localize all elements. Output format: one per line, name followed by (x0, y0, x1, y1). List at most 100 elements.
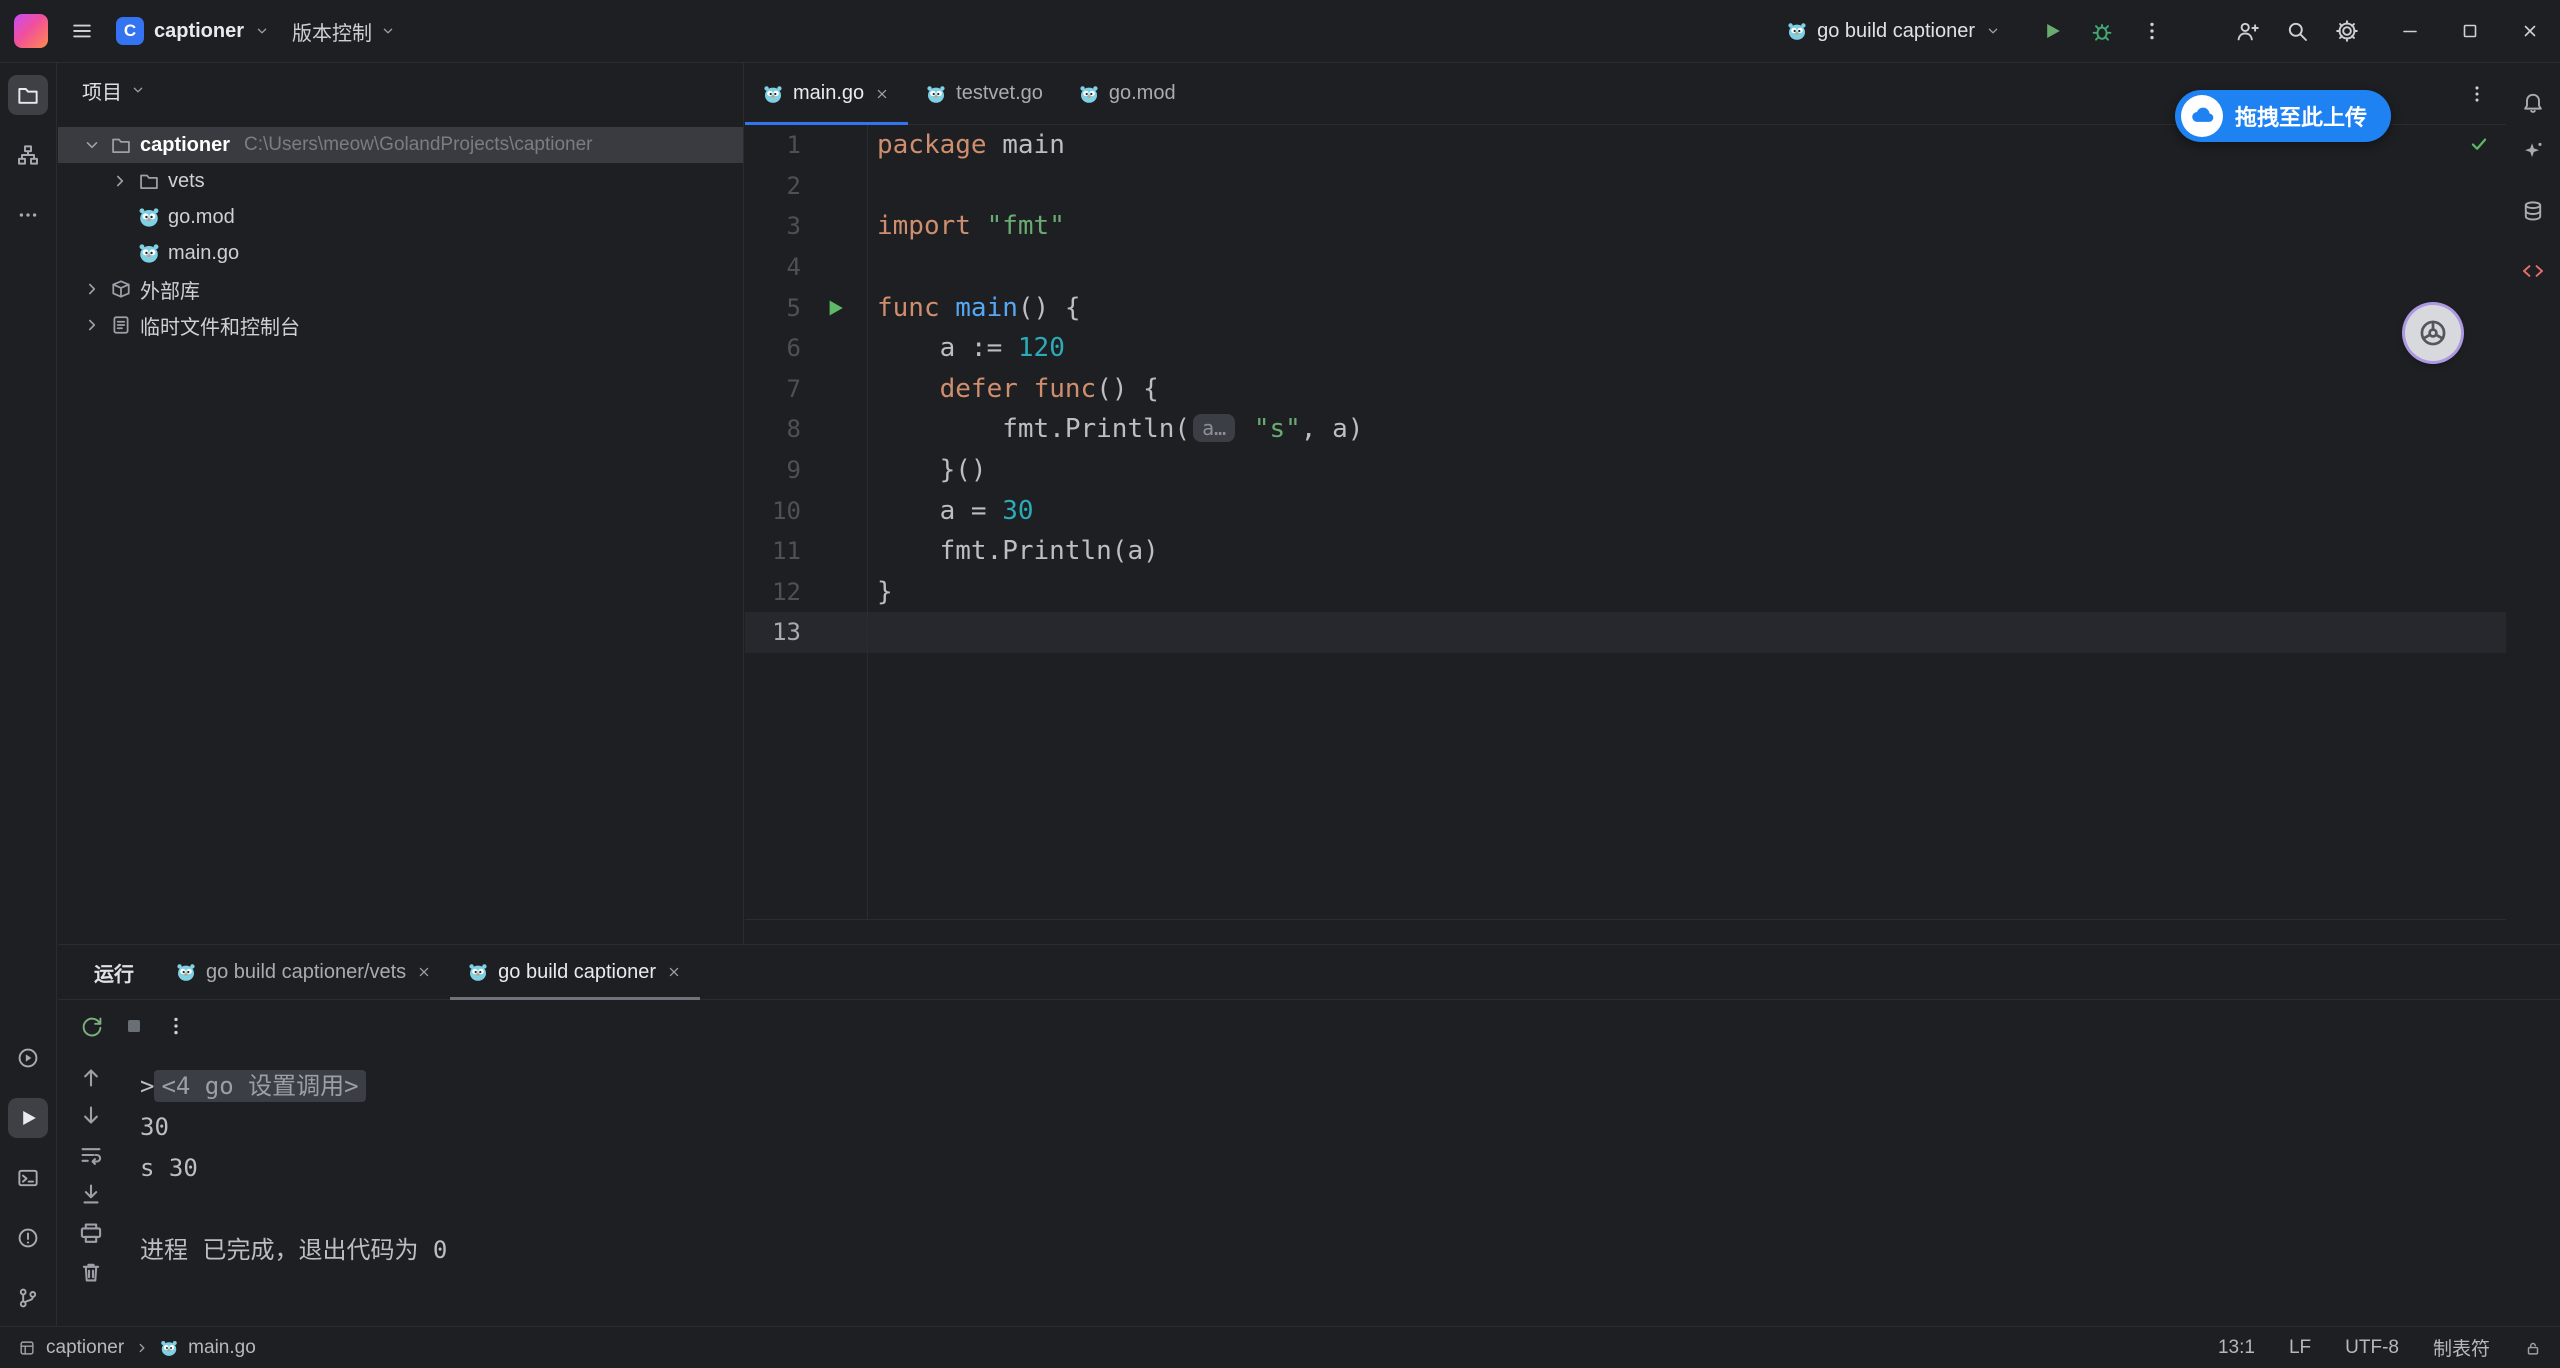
close-tab-icon[interactable] (666, 964, 682, 980)
tree-item-main-go[interactable]: main.go (58, 235, 743, 271)
scroll-to-end-icon[interactable] (78, 1181, 104, 1207)
prev-occurrence-icon[interactable] (78, 1064, 104, 1090)
chevron-right-icon[interactable] (82, 315, 102, 335)
clear-console-icon[interactable] (78, 1259, 104, 1285)
endpoints-button[interactable] (2513, 251, 2553, 291)
breadcrumb[interactable]: captioner main.go (18, 1337, 256, 1359)
go-file-icon (138, 206, 160, 228)
code-editor[interactable]: 1package main23import "fmt"45func main()… (745, 125, 2506, 920)
soft-wrap-icon[interactable] (78, 1142, 104, 1168)
code-token (1018, 374, 1034, 404)
indent-style[interactable]: 制表符 (2433, 1334, 2490, 1361)
gutter: 1 (745, 131, 867, 159)
rerun-icon[interactable] (80, 1014, 104, 1038)
close-tab-icon[interactable] (416, 964, 432, 980)
inspection-ok-icon[interactable] (2468, 133, 2490, 155)
scratch-icon (110, 314, 132, 336)
lock-icon[interactable] (2524, 1339, 2542, 1357)
run-tab-go-build-captioner-vets[interactable]: go build captioner/vets (158, 945, 450, 999)
breadcrumb-file[interactable]: main.go (188, 1337, 256, 1359)
run-button[interactable] (2040, 19, 2064, 43)
tree-item-scratches[interactable]: 临时文件和控制台 (58, 307, 743, 343)
run-tab-go-build-captioner[interactable]: go build captioner (450, 945, 700, 999)
run-line-icon[interactable] (823, 296, 847, 320)
main-menu-icon[interactable] (70, 19, 94, 43)
tree-item-go-mod[interactable]: go.mod (58, 199, 743, 235)
gutter: 11 (745, 537, 867, 565)
chevron-down-icon[interactable] (82, 135, 102, 155)
next-occurrence-icon[interactable] (78, 1103, 104, 1129)
code-token: main (955, 293, 1018, 323)
editor-bottom-strip (745, 920, 2506, 944)
drag-upload-overlay[interactable]: 拖拽至此上传 (2175, 90, 2391, 142)
tree-item-external-libraries[interactable]: 外部库 (58, 271, 743, 307)
run-tool-window: 运行 go build captioner/vetsgo build capti… (58, 944, 2560, 1326)
code-line: 6 a := 120 (745, 328, 2506, 369)
code-token: 30 (1002, 496, 1033, 526)
ai-assistant-button[interactable] (2513, 131, 2553, 171)
project-tool-window: 项目 captionerC:\Users\meow\GolandProjects… (58, 63, 744, 944)
project-icon (18, 1339, 36, 1357)
notifications-button[interactable] (2513, 83, 2553, 123)
console-line: ><4 go 设置调用> (140, 1066, 2560, 1107)
close-button[interactable] (2508, 9, 2552, 53)
code-text: defer func() { (867, 374, 1159, 404)
folder-icon (16, 83, 40, 107)
tree-item-vets[interactable]: vets (58, 163, 743, 199)
search-icon[interactable] (2285, 19, 2309, 43)
file-encoding[interactable]: UTF-8 (2345, 1337, 2399, 1359)
code-line: 3import "fmt" (745, 206, 2506, 247)
run-config-widget[interactable]: go build captioner (1787, 20, 2001, 43)
terminal-tool-button[interactable] (8, 1158, 48, 1198)
maximize-button[interactable] (2448, 9, 2492, 53)
tree-item-path: C:\Users\meow\GolandProjects\captioner (244, 134, 592, 156)
stop-icon[interactable] (122, 1014, 146, 1038)
breadcrumb-project[interactable]: captioner (46, 1337, 124, 1359)
run-tab-label: go build captioner (498, 961, 656, 984)
project-tool-button[interactable] (8, 75, 48, 115)
editor-tab-go-mod[interactable]: go.mod (1061, 63, 1194, 124)
more-tool-windows-button[interactable] (8, 195, 48, 235)
code-token: () { (1096, 374, 1159, 404)
problems-tool-button[interactable] (8, 1218, 48, 1258)
minimize-button[interactable] (2388, 9, 2432, 53)
settings-icon[interactable] (2335, 19, 2359, 43)
editor-tab-testvet-go[interactable]: testvet.go (908, 63, 1061, 124)
code-token: fmt.Println( (877, 414, 1190, 444)
tree-item-captioner-root[interactable]: captionerC:\Users\meow\GolandProjects\ca… (58, 127, 743, 163)
code-text: }() (867, 455, 987, 485)
go-file-icon (176, 962, 196, 982)
console-output[interactable]: ><4 go 设置调用>30s 30进程 已完成，退出代码为 0 (124, 1052, 2560, 1326)
bell-icon (2521, 91, 2545, 115)
chevron-right-icon[interactable] (82, 279, 102, 299)
console-token: <4 go 设置调用> (154, 1070, 365, 1102)
more-icon (16, 203, 40, 227)
print-icon[interactable] (78, 1220, 104, 1246)
editor-tab-label: go.mod (1109, 82, 1176, 105)
floating-assistant-widget[interactable] (2405, 305, 2461, 361)
more-actions-icon[interactable] (2140, 19, 2164, 43)
gutter: 9 (745, 456, 867, 484)
chevron-right-icon[interactable] (110, 171, 130, 191)
code-with-me-icon[interactable] (2235, 19, 2259, 43)
vcs-widget[interactable]: 版本控制 (292, 17, 396, 46)
tab-options-icon[interactable] (2466, 83, 2488, 105)
line-separator[interactable]: LF (2289, 1337, 2311, 1359)
run-tool-button[interactable] (8, 1098, 48, 1138)
debug-button[interactable] (2090, 19, 2114, 43)
project-widget[interactable]: C captioner (116, 17, 270, 45)
git-tool-button[interactable] (8, 1278, 48, 1318)
gutter: 13 (745, 618, 867, 646)
structure-tool-button[interactable] (8, 135, 48, 175)
editor-tab-main-go[interactable]: main.go (745, 63, 908, 124)
code-line: 4 (745, 247, 2506, 288)
code-text: import "fmt" (867, 211, 1065, 241)
run-options-icon[interactable] (164, 1014, 188, 1038)
database-button[interactable] (2513, 191, 2553, 231)
services-tool-button[interactable] (8, 1038, 48, 1078)
close-tab-icon[interactable] (874, 86, 890, 102)
caret-position[interactable]: 13:1 (2218, 1337, 2255, 1359)
chevron-right-icon (134, 1340, 150, 1356)
project-panel-header[interactable]: 项目 (58, 63, 743, 117)
line-number: 11 (772, 537, 801, 565)
